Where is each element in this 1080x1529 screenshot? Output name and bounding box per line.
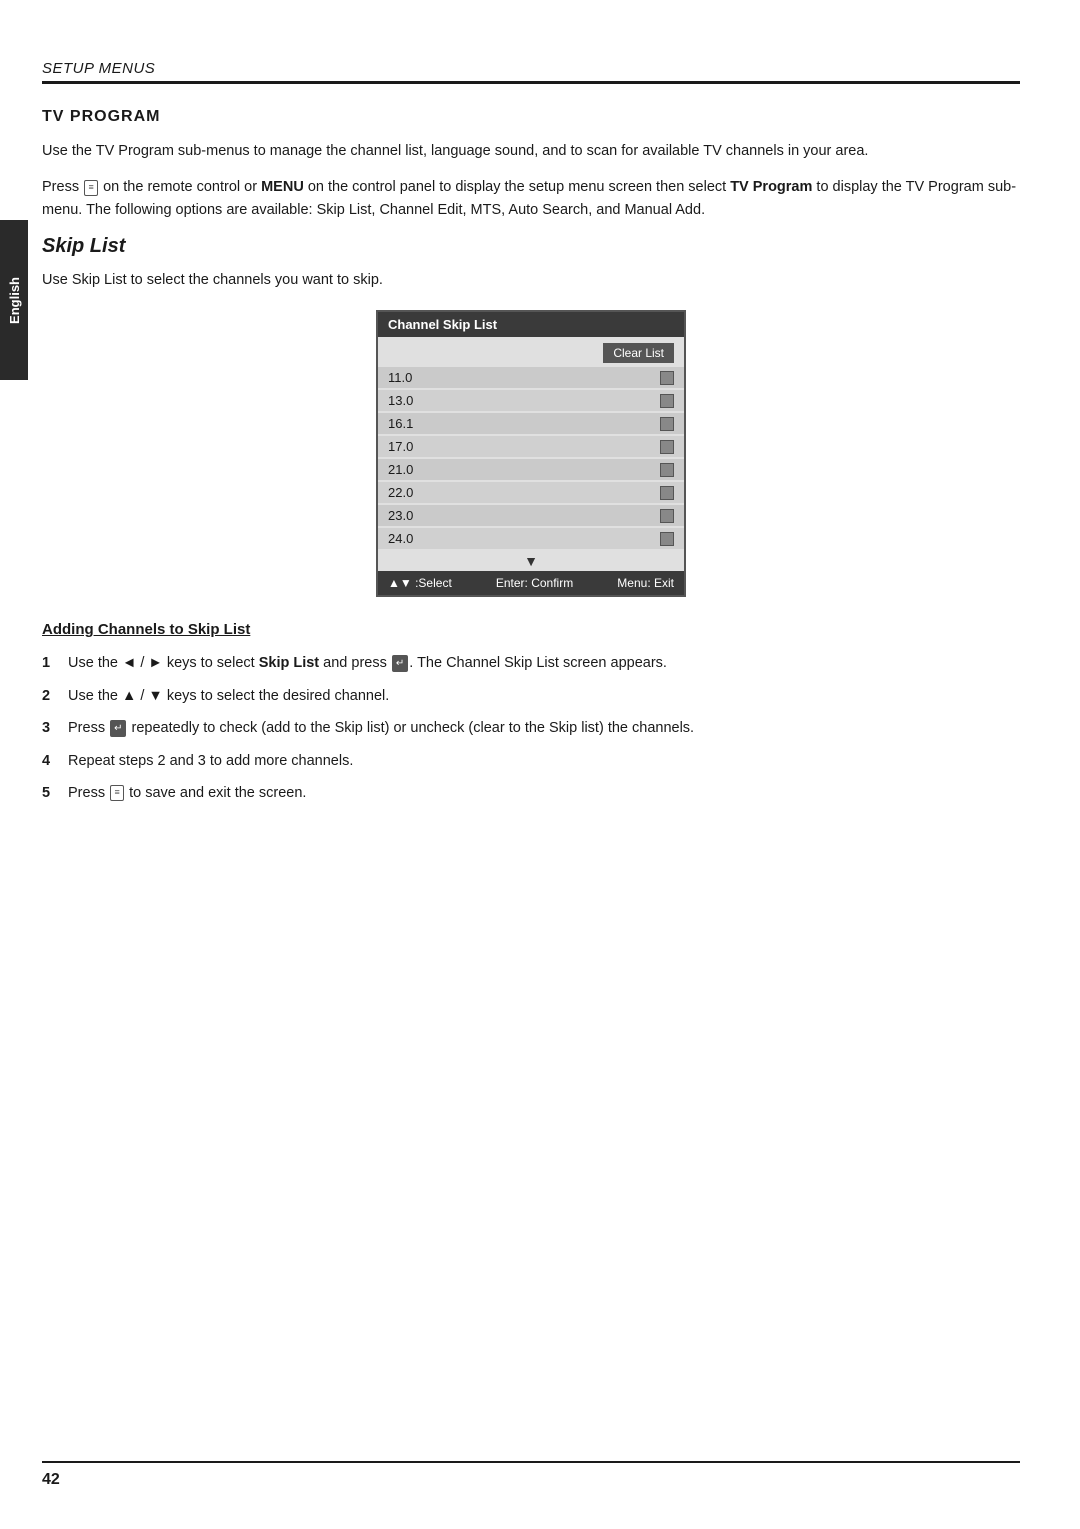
- table-row: 11.0: [378, 367, 684, 388]
- adding-channels-heading: Adding Channels to Skip List: [42, 621, 1020, 638]
- step-text: Press ↵ repeatedly to check (add to the …: [68, 717, 694, 739]
- clear-list-row: Clear List: [378, 337, 684, 367]
- channel-checkbox: [660, 371, 674, 385]
- tv-program-para2: Press on the remote control or MENU on t…: [42, 176, 1020, 221]
- table-row: 21.0: [378, 459, 684, 480]
- table-row: 13.0: [378, 390, 684, 411]
- bottom-section: 42: [0, 1461, 1080, 1489]
- clear-list-button[interactable]: Clear List: [603, 343, 674, 363]
- channel-skip-list-box: Channel Skip List Clear List 11.0 13.0 1…: [376, 310, 686, 597]
- setup-menus-header: SETUP MENUS: [42, 60, 1020, 84]
- table-row: 22.0: [378, 482, 684, 503]
- channel-skip-list-title: Channel Skip List: [378, 312, 684, 337]
- table-row: 17.0: [378, 436, 684, 457]
- steps-list: 1 Use the ◄ / ► keys to select Skip List…: [42, 652, 1020, 804]
- step-number: 2: [42, 685, 58, 707]
- list-item: 4 Repeat steps 2 and 3 to add more chann…: [42, 750, 1020, 772]
- step-text: Press to save and exit the screen.: [68, 782, 306, 804]
- channel-checkbox: [660, 463, 674, 477]
- enter-icon: ↵: [110, 720, 126, 738]
- channel-checkbox: [660, 440, 674, 454]
- step-text: Repeat steps 2 and 3 to add more channel…: [68, 750, 353, 772]
- list-item: 1 Use the ◄ / ► keys to select Skip List…: [42, 652, 1020, 674]
- channel-checkbox: [660, 509, 674, 523]
- table-row: 16.1: [378, 413, 684, 434]
- tv-program-bold: TV Program: [730, 179, 812, 195]
- tv-program-heading: TV PROGRAM: [42, 108, 1020, 126]
- scroll-indicator: ▼: [378, 551, 684, 571]
- table-row: 24.0: [378, 528, 684, 549]
- step-text: Use the ◄ / ► keys to select Skip List a…: [68, 652, 667, 674]
- header-divider: [42, 81, 1020, 84]
- nav-exit: Menu: Exit: [617, 576, 674, 590]
- page-number: 42: [42, 1471, 60, 1488]
- remote-icon-1: [84, 180, 98, 196]
- skip-list-heading: Skip List: [42, 235, 1020, 258]
- list-item: 5 Press to save and exit the screen.: [42, 782, 1020, 804]
- tv-program-para1: Use the TV Program sub-menus to manage t…: [42, 140, 1020, 162]
- skip-list-section: Skip List Use Skip List to select the ch…: [42, 235, 1020, 597]
- channel-checkbox: [660, 394, 674, 408]
- menu-bold: MENU: [261, 179, 304, 195]
- enter-icon: ↵: [392, 655, 408, 673]
- adding-channels-section: Adding Channels to Skip List 1 Use the ◄…: [42, 621, 1020, 804]
- sidebar-language-tab: English: [0, 220, 28, 380]
- nav-confirm: Enter: Confirm: [496, 576, 573, 590]
- table-row: 23.0: [378, 505, 684, 526]
- channel-skip-list-container: Channel Skip List Clear List 11.0 13.0 1…: [42, 310, 1020, 597]
- channel-checkbox: [660, 532, 674, 546]
- channel-checkbox: [660, 417, 674, 431]
- list-item: 2 Use the ▲ / ▼ keys to select the desir…: [42, 685, 1020, 707]
- sidebar-label: English: [7, 277, 22, 324]
- remote-icon-2: [110, 785, 124, 801]
- channel-checkbox: [660, 486, 674, 500]
- step-number: 3: [42, 717, 58, 739]
- step-number: 5: [42, 782, 58, 804]
- skip-list-desc: Use Skip List to select the channels you…: [42, 270, 1020, 292]
- bottom-divider: [42, 1461, 1020, 1463]
- skip-list-bold: Skip List: [259, 655, 319, 671]
- section-title: SETUP MENUS: [42, 60, 1020, 77]
- list-item: 3 Press ↵ repeatedly to check (add to th…: [42, 717, 1020, 739]
- step-number: 1: [42, 652, 58, 674]
- main-content: SETUP MENUS TV PROGRAM Use the TV Progra…: [42, 0, 1020, 805]
- step-number: 4: [42, 750, 58, 772]
- nav-select: ▲▼ :Select: [388, 576, 452, 590]
- nav-bar: ▲▼ :Select Enter: Confirm Menu: Exit: [378, 571, 684, 595]
- step-text: Use the ▲ / ▼ keys to select the desired…: [68, 685, 389, 707]
- tv-program-section: TV PROGRAM Use the TV Program sub-menus …: [42, 108, 1020, 221]
